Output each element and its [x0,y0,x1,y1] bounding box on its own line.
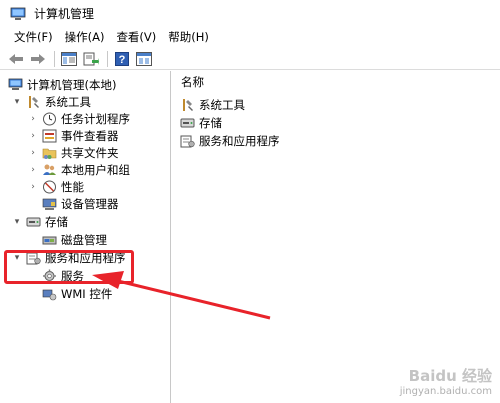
window-title: 计算机管理 [34,7,95,21]
title-bar: 计算机管理 [0,0,500,27]
chevron-right-icon[interactable]: › [28,148,38,158]
show-tree-icon[interactable] [59,50,79,68]
export-list-icon[interactable] [81,50,101,68]
details-pane: 名称 系统工具 存储 服务和应用程序 [172,71,500,403]
navigation-tree: 计算机管理(本地) ▾ 系统工具 › 任务计划程序 › 事件查看器 › 共享文件… [0,71,171,403]
list-item-label: 存储 [199,115,222,130]
menu-action[interactable]: 操作(A) [59,28,111,47]
event-viewer-icon [42,129,57,143]
tree-item-label: 计算机管理(本地) [27,77,117,92]
tree-item-performance[interactable]: › 性能 [28,178,84,195]
svg-text:?: ? [119,54,126,66]
chevron-right-icon[interactable]: › [28,131,38,141]
toolbar: ? [0,48,500,70]
list-item[interactable]: 系统工具 [180,96,245,113]
performance-icon [42,180,57,194]
tree-item-label: 本地用户和组 [61,162,130,177]
column-header-name[interactable]: 名称 [172,71,500,93]
toolbar-separator [107,50,108,67]
disk-management-icon [42,233,57,247]
list-item-label: 系统工具 [199,97,245,112]
menu-bar: 文件(F) 操作(A) 查看(V) 帮助(H) [0,27,500,48]
baidu-watermark: Baidu 经验 jingyan.baidu.com [400,365,492,397]
menu-file[interactable]: 文件(F) [8,28,59,47]
tree-item-system-tools[interactable]: ▾ 系统工具 [12,93,91,110]
tree-item-storage[interactable]: ▾ 存储 [12,213,68,230]
tree-item-label: 磁盘管理 [61,232,107,247]
chevron-down-icon[interactable]: ▾ [12,97,22,107]
tools-icon [180,98,195,112]
storage-icon [26,215,41,229]
chevron-right-icon[interactable]: › [28,182,38,192]
device-manager-icon [42,197,57,211]
properties-icon[interactable] [134,50,154,68]
chevron-right-icon[interactable]: › [28,114,38,124]
menu-help[interactable]: 帮助(H) [162,28,215,47]
computer-management-icon [10,7,26,21]
annotation-highlight-box [4,250,134,284]
menu-view[interactable]: 查看(V) [110,28,162,47]
tree-item-label: 共享文件夹 [61,145,119,160]
watermark-url: jingyan.baidu.com [399,386,492,397]
watermark-logo: Baidu 经验 [408,367,492,385]
users-icon [42,163,57,177]
tree-item-event-viewer[interactable]: › 事件查看器 [28,127,119,144]
tree-item-label: 事件查看器 [61,128,119,143]
computer-management-icon [8,78,23,92]
chevron-right-icon[interactable]: › [28,165,38,175]
tree-item-shared-folders[interactable]: › 共享文件夹 [28,144,119,161]
tree-item-label: 存储 [45,214,68,229]
clock-icon [42,112,57,126]
shared-folder-icon [42,146,57,160]
tree-item-disk-management[interactable]: 磁盘管理 [42,231,107,248]
tree-item-local-users[interactable]: › 本地用户和组 [28,161,130,178]
tree-item-label: 设备管理器 [61,196,119,211]
forward-arrow-icon[interactable] [28,50,48,68]
services-apps-icon [180,134,195,148]
tree-item-task-scheduler[interactable]: › 任务计划程序 [28,110,130,127]
back-arrow-icon[interactable] [6,50,26,68]
wmi-control-icon [42,287,57,301]
tree-item-label: 系统工具 [45,94,91,109]
chevron-down-icon[interactable]: ▾ [12,217,22,227]
tree-item-label: 性能 [61,179,84,194]
tree-item-wmi[interactable]: WMI 控件 [42,285,112,302]
tools-icon [26,95,41,109]
tree-item-label: WMI 控件 [61,286,113,301]
tree-item-label: 任务计划程序 [61,111,130,126]
storage-icon [180,116,195,130]
toolbar-separator [54,50,55,67]
list-item-label: 服务和应用程序 [199,133,280,148]
tree-item-root[interactable]: 计算机管理(本地) [8,76,116,93]
help-icon[interactable]: ? [112,50,132,68]
tree-item-device-manager[interactable]: 设备管理器 [42,195,119,212]
list-item[interactable]: 存储 [180,114,222,131]
list-item[interactable]: 服务和应用程序 [180,132,280,149]
